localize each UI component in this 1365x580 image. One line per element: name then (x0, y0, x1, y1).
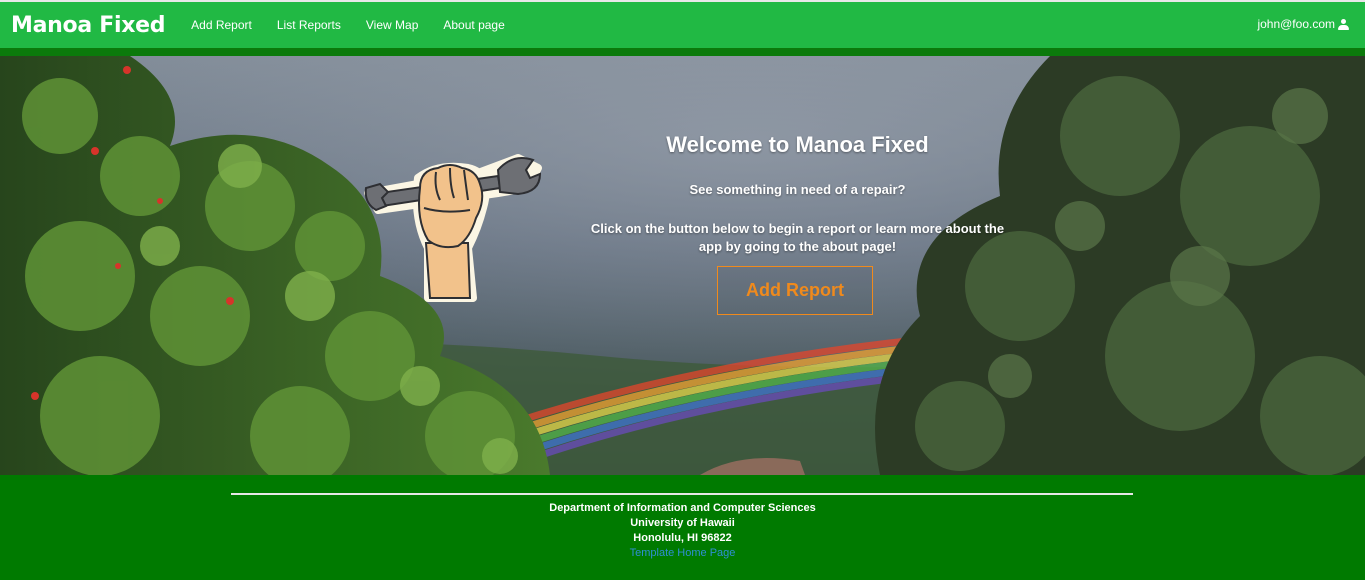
footer-department: Department of Information and Computer S… (549, 502, 816, 514)
footer-divider (231, 493, 1133, 495)
hero-background (0, 56, 1365, 475)
navbar: Manoa Fixed Add Report List Reports View… (0, 0, 1365, 48)
footer-address: Department of Information and Computer S… (0, 501, 1365, 561)
footer-city: Honolulu, HI 96822 (633, 532, 732, 544)
footer-university: University of Hawaii (630, 517, 735, 529)
nav-list-reports[interactable]: List Reports (277, 18, 341, 32)
user-email[interactable]: john@foo.com (1257, 17, 1335, 31)
user-menu[interactable]: john@foo.com (1257, 17, 1349, 31)
nav-bottom-strip (0, 48, 1365, 56)
add-report-button[interactable]: Add Report (717, 266, 873, 315)
hero-subtitle: See something in need of a repair? (689, 182, 906, 197)
wrench-fist-illustration (364, 154, 542, 302)
brand-logo[interactable]: Manoa Fixed (11, 13, 165, 38)
hero-title: Welcome to Manoa Fixed (666, 132, 929, 157)
nav-view-map[interactable]: View Map (366, 18, 418, 32)
hero-section: Welcome to Manoa Fixed See something in … (0, 56, 1365, 475)
user-icon (1338, 18, 1349, 30)
nav-add-report[interactable]: Add Report (191, 18, 252, 32)
footer: Department of Information and Computer S… (0, 475, 1365, 580)
template-home-link[interactable]: Template Home Page (0, 546, 1365, 561)
hero-description: Click on the button below to begin a rep… (590, 221, 1005, 254)
nav-about-page[interactable]: About page (443, 18, 504, 32)
